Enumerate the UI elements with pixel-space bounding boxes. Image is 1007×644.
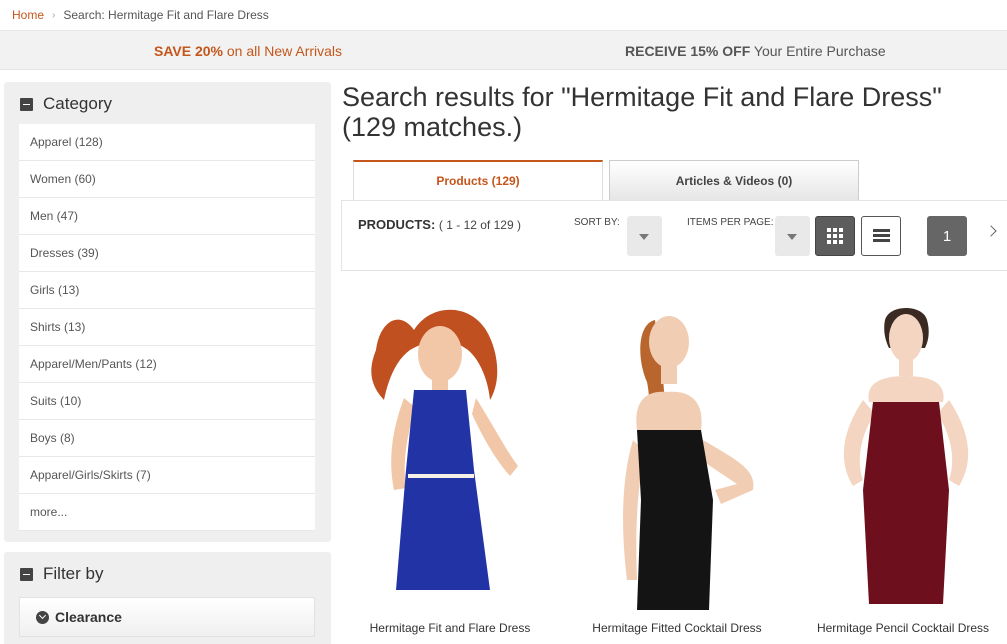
category-item[interactable]: Dresses (39) — [19, 235, 315, 272]
breadcrumb-separator-icon: › — [52, 9, 56, 21]
page-title: Search results for "Hermitage Fit and Fl… — [342, 82, 942, 142]
product-image[interactable] — [567, 290, 787, 610]
caret-down-icon — [787, 234, 797, 240]
category-item[interactable]: Apparel/Men/Pants (12) — [19, 346, 315, 383]
category-item[interactable]: Women (60) — [19, 161, 315, 198]
chevron-down-circle-icon — [36, 610, 49, 624]
category-panel: Category Apparel (128) Women (60) Men (4… — [4, 82, 331, 542]
caret-down-icon — [639, 234, 649, 240]
grid-view-button[interactable] — [815, 216, 855, 256]
clearance-label: Clearance — [55, 609, 122, 625]
collapse-minus-icon[interactable] — [20, 567, 33, 581]
sort-by-label: SORT BY: — [574, 217, 620, 228]
product-image[interactable] — [340, 290, 560, 610]
category-item[interactable]: Shirts (13) — [19, 309, 315, 346]
filter-header[interactable]: Filter by — [20, 564, 103, 584]
category-item[interactable]: Boys (8) — [19, 420, 315, 457]
category-header[interactable]: Category — [20, 94, 112, 114]
list-icon — [873, 229, 890, 243]
results-toolbar: PRODUCTS: ( 1 - 12 of 129 ) SORT BY: ITE… — [341, 200, 1007, 271]
product-card[interactable]: Hermitage Pencil Cocktail Dress — [793, 290, 1007, 644]
pagination-page-button[interactable]: 1 — [927, 216, 967, 256]
promo-new-arrivals[interactable]: SAVE 20% on all New Arrivals — [154, 43, 342, 59]
product-name[interactable]: Hermitage Fitted Cocktail Dress — [567, 621, 787, 635]
grid-icon — [827, 228, 843, 244]
filter-title: Filter by — [43, 564, 104, 583]
product-name[interactable]: Hermitage Fit and Flare Dress — [340, 621, 560, 635]
dress-shape — [637, 430, 713, 610]
category-title: Category — [43, 94, 112, 113]
items-per-page-dropdown[interactable] — [775, 216, 810, 256]
category-item[interactable]: Men (47) — [19, 198, 315, 235]
product-card[interactable]: Hermitage Fitted Cocktail Dress — [567, 290, 787, 644]
product-name[interactable]: Hermitage Pencil Cocktail Dress — [793, 621, 1007, 635]
category-list: Apparel (128) Women (60) Men (47) Dresse… — [19, 124, 315, 531]
breadcrumb-current: Search: Hermitage Fit and Flare Dress — [63, 8, 269, 22]
chevron-right-icon[interactable] — [985, 225, 997, 237]
filter-panel: Filter by Clearance — [4, 552, 331, 644]
collapse-minus-icon[interactable] — [20, 97, 33, 111]
breadcrumb-home-link[interactable]: Home — [12, 8, 44, 22]
promo-left-bold: SAVE 20% — [154, 43, 223, 59]
product-range: ( 1 - 12 of 129 ) — [438, 218, 521, 232]
promo-entire-purchase[interactable]: RECEIVE 15% OFF Your Entire Purchase — [625, 43, 886, 59]
promo-right-text: Your Entire Purchase — [750, 43, 886, 59]
items-per-page-label: ITEMS PER PAGE: — [687, 217, 774, 228]
category-item[interactable]: Suits (10) — [19, 383, 315, 420]
dress-shape — [863, 402, 949, 604]
clearance-filter-toggle[interactable]: Clearance — [19, 597, 315, 637]
tab-articles-videos[interactable]: Articles & Videos (0) — [609, 160, 859, 200]
breadcrumb: Home › Search: Hermitage Fit and Flare D… — [12, 6, 269, 24]
category-item[interactable]: Apparel (128) — [19, 124, 315, 161]
sort-by-dropdown[interactable] — [627, 216, 662, 256]
product-image[interactable] — [793, 290, 1007, 610]
category-item[interactable]: Apparel/Girls/Skirts (7) — [19, 457, 315, 494]
promo-right-bold: RECEIVE 15% OFF — [625, 43, 751, 59]
product-card[interactable]: Hermitage Fit and Flare Dress — [340, 290, 560, 644]
category-item[interactable]: Girls (13) — [19, 272, 315, 309]
promo-bar: SAVE 20% on all New Arrivals RECEIVE 15%… — [0, 30, 1007, 70]
promo-left-text: on all New Arrivals — [223, 43, 343, 59]
tab-products[interactable]: Products (129) — [353, 160, 603, 200]
list-view-button[interactable] — [861, 216, 901, 256]
category-more-link[interactable]: more... — [19, 494, 315, 531]
products-label: PRODUCTS: — [358, 217, 436, 232]
product-count: PRODUCTS: ( 1 - 12 of 129 ) — [358, 217, 521, 232]
